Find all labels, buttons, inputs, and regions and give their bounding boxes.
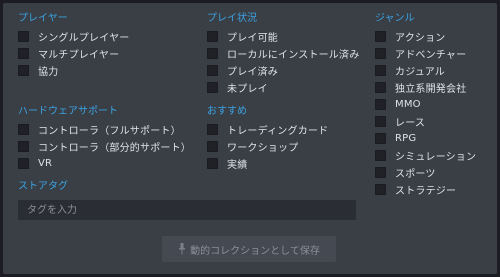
checkbox-box[interactable]	[207, 141, 218, 152]
checkbox-box[interactable]	[207, 124, 218, 135]
checkbox-label: コントローラ（フルサポート）	[38, 126, 181, 137]
checkbox-box[interactable]	[375, 116, 386, 127]
checkbox-genre-indie[interactable]: 独立系開発会社	[375, 79, 476, 96]
checkbox-genre-rpg[interactable]: RPG	[375, 130, 476, 147]
checkbox-box[interactable]	[207, 82, 218, 93]
checkbox-label: スポーツ	[395, 169, 436, 180]
checkbox-label: MMO	[395, 99, 421, 110]
checkbox-played[interactable]: プレイ済み	[207, 62, 359, 79]
checkbox-label: シミュレーション	[395, 152, 477, 163]
checkbox-box[interactable]	[18, 31, 29, 42]
checkbox-label: アドベンチャー	[395, 50, 467, 61]
checkbox-workshop[interactable]: ワークショップ	[207, 138, 328, 155]
pin-icon	[178, 243, 186, 255]
genre-section: ジャンル アクション アドベンチャー カジュアル 独立系開発会社 MMO レース…	[375, 12, 476, 198]
checkbox-box[interactable]	[375, 150, 386, 161]
checkbox-box[interactable]	[375, 48, 386, 59]
checkbox-controller-partial[interactable]: コントローラ（部分的サポート）	[18, 138, 191, 155]
checkbox-box[interactable]	[18, 48, 29, 59]
filter-panel: プレイヤー シングルプレイヤー マルチプレイヤー 協力 ハードウェアサポート コ…	[3, 3, 497, 274]
checkbox-label: トレーディングカード	[227, 126, 329, 137]
checkbox-box[interactable]	[207, 158, 218, 169]
checkbox-box[interactable]	[375, 184, 386, 195]
checkbox-label: ワークショップ	[227, 143, 299, 154]
checkbox-label: マルチプレイヤー	[38, 50, 120, 61]
checkbox-box[interactable]	[207, 65, 218, 76]
store-tags-section: ストアタグ	[18, 180, 68, 196]
checkbox-box[interactable]	[207, 48, 218, 59]
checkbox-label: 独立系開発会社	[395, 84, 467, 95]
checkbox-label: ストラテジー	[395, 186, 457, 197]
checkbox-box[interactable]	[18, 65, 29, 76]
checkbox-label: カジュアル	[395, 67, 445, 78]
checkbox-singleplayer[interactable]: シングルプレイヤー	[18, 28, 130, 45]
checkbox-genre-mmo[interactable]: MMO	[375, 96, 476, 113]
checkbox-label: RPG	[395, 133, 417, 144]
checkbox-multiplayer[interactable]: マルチプレイヤー	[18, 45, 130, 62]
checkbox-label: プレイ可能	[227, 33, 278, 44]
store-tags-title: ストアタグ	[18, 181, 68, 192]
checkbox-playable[interactable]: プレイ可能	[207, 28, 359, 45]
checkbox-label: ローカルにインストール済み	[227, 50, 360, 61]
recommended-section: おすすめ トレーディングカード ワークショップ 実績	[207, 105, 328, 172]
checkbox-vr[interactable]: VR	[18, 155, 191, 172]
checkbox-label: VR	[38, 158, 53, 169]
checkbox-coop[interactable]: 協力	[18, 62, 130, 79]
save-button-label: 動的コレクションとして保存	[190, 245, 320, 257]
checkbox-box[interactable]	[207, 31, 218, 42]
checkbox-box[interactable]	[375, 99, 386, 110]
checkbox-label: 実績	[227, 160, 248, 171]
checkbox-genre-racing[interactable]: レース	[375, 113, 476, 130]
genre-title: ジャンル	[375, 13, 415, 24]
save-dynamic-collection-button[interactable]: 動的コレクションとして保存	[162, 236, 336, 262]
players-section: プレイヤー シングルプレイヤー マルチプレイヤー 協力	[18, 12, 130, 79]
play-status-title: プレイ状況	[207, 13, 257, 24]
hardware-title: ハードウェアサポート	[18, 106, 118, 117]
checkbox-label: コントローラ（部分的サポート）	[38, 143, 191, 154]
checkbox-controller-full[interactable]: コントローラ（フルサポート）	[18, 121, 191, 138]
checkbox-box[interactable]	[375, 82, 386, 93]
checkbox-box[interactable]	[375, 133, 386, 144]
checkbox-achievements[interactable]: 実績	[207, 155, 328, 172]
checkbox-trading-cards[interactable]: トレーディングカード	[207, 121, 328, 138]
checkbox-box[interactable]	[18, 141, 29, 152]
play-status-section: プレイ状況 プレイ可能 ローカルにインストール済み プレイ済み 未プレイ	[207, 12, 359, 96]
checkbox-label: 協力	[38, 67, 59, 78]
checkbox-label: アクション	[395, 33, 446, 44]
checkbox-genre-strategy[interactable]: ストラテジー	[375, 181, 476, 198]
hardware-section: ハードウェアサポート コントローラ（フルサポート） コントローラ（部分的サポート…	[18, 105, 191, 172]
checkbox-box[interactable]	[18, 158, 29, 169]
checkbox-label: シングルプレイヤー	[38, 33, 130, 44]
checkbox-box[interactable]	[375, 31, 386, 42]
players-title: プレイヤー	[18, 13, 68, 24]
recommended-title: おすすめ	[207, 106, 247, 117]
checkbox-label: プレイ済み	[227, 67, 278, 78]
checkbox-box[interactable]	[375, 65, 386, 76]
checkbox-label: 未プレイ	[227, 84, 268, 95]
tag-input[interactable]	[18, 200, 356, 220]
checkbox-genre-sports[interactable]: スポーツ	[375, 164, 476, 181]
checkbox-label: レース	[395, 118, 426, 129]
checkbox-unplayed[interactable]: 未プレイ	[207, 79, 359, 96]
checkbox-installed[interactable]: ローカルにインストール済み	[207, 45, 359, 62]
checkbox-box[interactable]	[375, 167, 386, 178]
checkbox-genre-simulation[interactable]: シミュレーション	[375, 147, 476, 164]
checkbox-genre-casual[interactable]: カジュアル	[375, 62, 476, 79]
checkbox-genre-action[interactable]: アクション	[375, 28, 476, 45]
checkbox-genre-adventure[interactable]: アドベンチャー	[375, 45, 476, 62]
checkbox-box[interactable]	[18, 124, 29, 135]
